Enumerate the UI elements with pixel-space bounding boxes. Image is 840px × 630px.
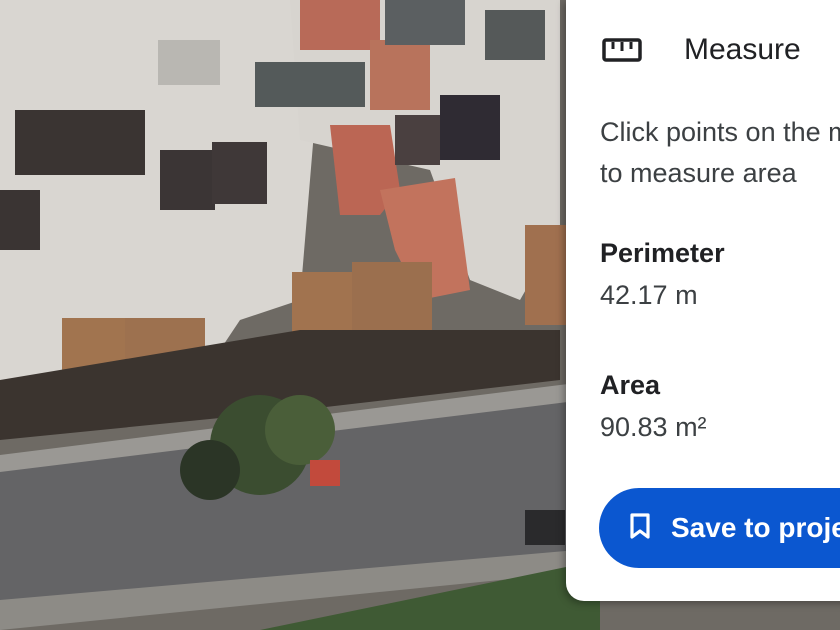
area-label: Area <box>600 370 661 400</box>
perimeter-value: 42.17 m <box>600 280 698 310</box>
measure-panel: Measure Click points on the map to measu… <box>566 0 840 601</box>
ruler-icon <box>602 30 642 70</box>
perimeter-label: Perimeter <box>600 238 725 268</box>
panel-title: Measure <box>684 33 801 66</box>
area-value: 90.83 m² <box>600 412 707 442</box>
bookmark-icon <box>629 512 651 545</box>
panel-header: Measure <box>602 30 801 70</box>
measure-instructions: Click points on the map to measure area <box>600 117 840 188</box>
save-to-project-label: Save to project <box>671 512 840 543</box>
save-to-project-button[interactable]: Save to project <box>599 488 840 568</box>
